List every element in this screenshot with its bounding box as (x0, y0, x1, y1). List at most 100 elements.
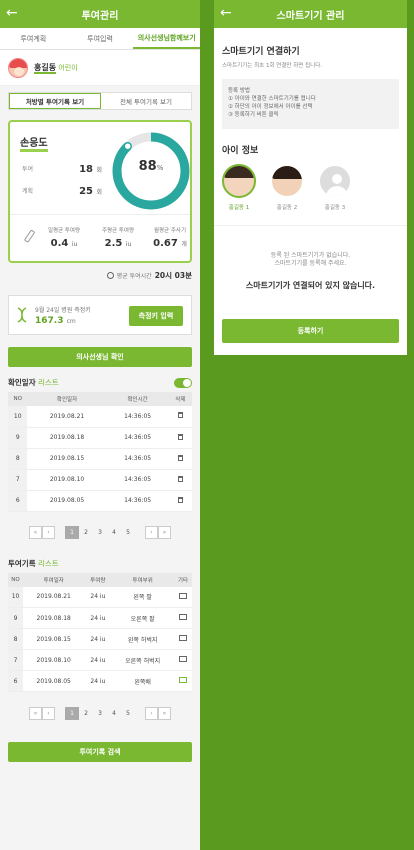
confirm-pagination: « ‹ 1 2 3 4 5 › » (8, 526, 192, 540)
connect-description: 스마트기기는 최초 1회 연결만 하면 됩니다. (222, 63, 323, 69)
record-site: 오른쪽 허벅지 (111, 649, 174, 671)
kid-item-2[interactable]: 홍길동 2 (270, 164, 304, 211)
table-row: 6 2019.08.05 24 iu 왼쪽배 (8, 670, 192, 692)
memo-cell[interactable] (173, 607, 192, 629)
hospital-height-label: 9월 24일 병원 측정키 (35, 306, 91, 314)
delete-cell[interactable] (168, 448, 192, 470)
confirm-table: NO 확인일자 확인시간 삭제 10 2019.08.21 14:36:05 9 201… (8, 392, 192, 512)
delete-cell[interactable] (168, 490, 192, 512)
main-tabs: 투여계획 투여입력 의사선생님함께보기 (0, 28, 200, 50)
record-site: 왼쪽 허벅지 (111, 628, 174, 650)
weekly-avg-dose: 주평균 투여량 2.5 iu (101, 228, 135, 249)
child-name: 홍길동 (34, 63, 57, 74)
prev-page-button[interactable]: ‹ (42, 706, 55, 720)
memo-cell[interactable] (173, 628, 192, 650)
table-row: 10 2019.08.21 14:36:05 (8, 406, 192, 428)
confirm-date: 2019.08.15 (27, 448, 107, 470)
tab-dosage-input[interactable]: 투여입력 (67, 28, 134, 49)
mail-icon[interactable] (178, 635, 187, 641)
average-dose-time: 평균 투여시간 20시 03분 (8, 270, 192, 281)
record-amount: 24 iu (84, 586, 112, 608)
trash-icon[interactable] (177, 496, 183, 503)
trash-icon[interactable] (177, 454, 183, 461)
page-2[interactable]: 2 (79, 526, 93, 539)
howto-box: 등록 방법 ① 아이와 연결한 스마트기기를 켭니다 ② 하단의 아이 정보에서… (222, 79, 399, 129)
confirm-date: 2019.08.10 (27, 469, 107, 491)
mail-icon[interactable] (178, 614, 187, 620)
memo-cell[interactable] (173, 649, 192, 671)
dose-value: 18 (79, 164, 93, 175)
table-row: 8 2019.08.15 14:36:05 (8, 448, 192, 470)
page-1[interactable]: 1 (65, 526, 79, 539)
doctor-confirm-button[interactable]: 의사선생님 확인 (8, 347, 192, 367)
back-arrow-icon[interactable]: ← (6, 5, 18, 21)
page-title: 투여관리 (81, 10, 119, 22)
no-device-message: 스마트기기가 연결되어 있지 않습니다. (245, 281, 376, 290)
clock-icon (106, 272, 114, 279)
page-5[interactable]: 5 (121, 707, 135, 720)
confirm-date: 2019.08.05 (27, 490, 107, 512)
back-arrow-icon[interactable]: ← (220, 5, 232, 21)
confirm-time: 14:36:05 (106, 427, 169, 449)
table-row: 8 2019.08.15 24 iu 왼쪽 허벅지 (8, 628, 192, 650)
kid-item-3[interactable]: 홍길동 3 (318, 164, 352, 211)
record-site: 왼쪽 팔 (111, 586, 174, 608)
tab-view-with-doctor[interactable]: 의사선생님함께보기 (133, 28, 200, 49)
daily-avg-dose: 일평균 투여량 0.4 iu (47, 228, 81, 249)
kid-photo (270, 164, 304, 198)
prev-page-button[interactable]: ‹ (42, 526, 55, 539)
confirm-time: 14:36:05 (106, 469, 169, 491)
page-2[interactable]: 2 (79, 707, 93, 720)
delete-cell[interactable] (168, 406, 192, 428)
page-4[interactable]: 4 (107, 526, 121, 539)
delete-cell[interactable] (168, 427, 192, 449)
first-page-button[interactable]: « (29, 526, 42, 539)
delete-cell[interactable] (168, 469, 192, 491)
row-no: 10 (8, 406, 28, 428)
row-no: 7 (8, 469, 28, 491)
enter-height-button[interactable]: 측정키 입력 (129, 306, 183, 326)
last-page-button[interactable]: » (158, 526, 171, 539)
child-profile[interactable]: 홍길동 어린이 (0, 50, 200, 86)
tab-dosage-plan[interactable]: 투여계획 (0, 28, 67, 49)
record-amount: 24 iu (84, 649, 112, 671)
segment-by-prescription[interactable]: 처방별 투여기록 보기 (9, 93, 101, 109)
kid-item-1[interactable]: 홍길동 1 (222, 164, 256, 211)
first-page-button[interactable]: « (29, 706, 42, 720)
page-1[interactable]: 1 (65, 706, 79, 720)
memo-cell[interactable] (173, 586, 192, 608)
row-no: 10 (8, 586, 24, 608)
segment-all-records[interactable]: 전체 투여기록 보기 (101, 93, 191, 109)
page-4[interactable]: 4 (107, 707, 121, 720)
smart-device-screen: ← 스마트기기 관리 스마트기기 연결하기 스마트기기는 최초 1회 연결만 하… (214, 0, 407, 355)
trash-icon[interactable] (177, 475, 183, 482)
last-page-button[interactable]: » (158, 706, 171, 720)
memo-cell[interactable] (173, 670, 192, 692)
register-button[interactable]: 등록하기 (222, 319, 399, 343)
kids-title: 아이 정보 (222, 146, 259, 156)
dosage-management-screen: ← 투여관리 투여계획 투여입력 의사선생님함께보기 홍길동 어린이 처방별 투… (0, 0, 200, 850)
row-no: 6 (8, 490, 28, 512)
mail-icon[interactable] (178, 677, 187, 683)
table-row: 7 2019.08.10 24 iu 오른쪽 허벅지 (8, 649, 192, 671)
plan-count-row: 계획 25 회 (22, 186, 102, 197)
trash-icon[interactable] (177, 412, 183, 419)
confirm-list-header: 확인일자 리스트 (8, 377, 192, 388)
record-date: 2019.08.18 (23, 607, 85, 629)
trash-icon[interactable] (177, 433, 183, 440)
table-row: 7 2019.08.10 14:36:05 (8, 469, 192, 491)
mail-icon[interactable] (178, 592, 187, 599)
next-page-button[interactable]: › (145, 706, 158, 720)
record-search-button[interactable]: 투여기록 검색 (8, 742, 192, 762)
record-amount: 24 iu (84, 607, 112, 629)
confirm-toggle[interactable] (174, 377, 192, 388)
page-3[interactable]: 3 (93, 707, 107, 720)
header-bar: ← 투여관리 (0, 0, 200, 28)
page-3[interactable]: 3 (93, 526, 107, 539)
mail-icon[interactable] (178, 656, 187, 662)
kids-list: 홍길동 1 홍길동 2 홍길동 3 (214, 156, 407, 211)
next-page-button[interactable]: › (145, 526, 158, 539)
record-date: 2019.08.10 (23, 649, 85, 671)
page-5[interactable]: 5 (121, 526, 135, 539)
record-date: 2019.08.05 (23, 670, 85, 692)
